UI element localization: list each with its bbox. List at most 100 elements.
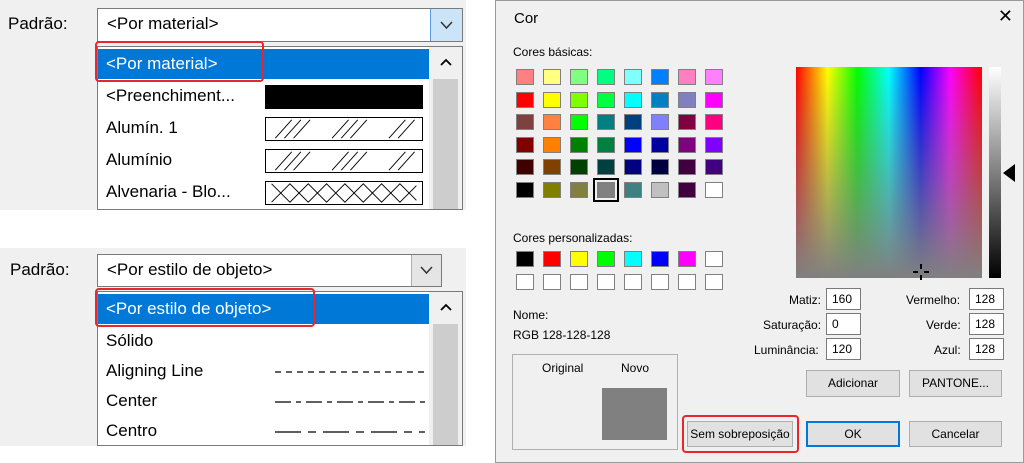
basic-color-swatch[interactable]	[705, 91, 723, 108]
saturation-field[interactable]: 0	[826, 313, 861, 335]
custom-color-swatch[interactable]	[597, 274, 615, 290]
custom-color-swatch[interactable]	[651, 274, 669, 290]
list-item[interactable]: Aligning Line	[98, 356, 429, 386]
dropdown-button[interactable]	[430, 9, 462, 41]
list-item[interactable]: Alumín. 1	[98, 113, 429, 143]
custom-color-swatch[interactable]	[678, 274, 696, 290]
custom-color-swatch[interactable]	[624, 251, 642, 267]
basic-color-swatch[interactable]	[678, 114, 696, 130]
green-field[interactable]: 128	[969, 313, 1004, 335]
basic-color-swatch[interactable]	[516, 136, 534, 153]
basic-color-swatch[interactable]	[705, 159, 723, 175]
custom-color-swatch[interactable]	[570, 274, 588, 290]
custom-color-swatch[interactable]	[597, 251, 615, 267]
basic-color-swatch[interactable]	[516, 181, 534, 198]
basic-color-swatch[interactable]	[705, 114, 723, 130]
hue-label: Matiz:	[789, 293, 822, 307]
basic-color-swatch[interactable]	[705, 136, 723, 153]
basic-color-swatch[interactable]	[678, 69, 696, 85]
basic-color-swatch[interactable]	[624, 136, 642, 153]
scroll-thumb[interactable]	[433, 324, 458, 445]
custom-color-swatch[interactable]	[678, 251, 696, 267]
list-item[interactable]: <Preenchiment...	[98, 81, 429, 111]
solid-fill-swatch	[265, 85, 423, 109]
custom-color-swatch[interactable]	[543, 274, 561, 290]
cancel-button[interactable]: Cancelar	[909, 421, 1002, 447]
luminance-slider[interactable]	[989, 67, 1001, 278]
basic-color-swatch[interactable]	[543, 91, 561, 108]
basic-color-swatch[interactable]	[705, 181, 723, 198]
custom-color-swatch[interactable]	[651, 251, 669, 267]
pattern-label: Padrão:	[10, 260, 70, 279]
luminance-pointer-icon[interactable]	[1003, 164, 1015, 182]
close-icon[interactable]: ✕	[998, 6, 1013, 27]
basic-color-swatch[interactable]	[570, 159, 588, 175]
custom-color-swatch[interactable]	[624, 274, 642, 290]
basic-color-swatch[interactable]	[570, 114, 588, 130]
custom-color-swatch[interactable]	[705, 274, 723, 290]
basic-color-swatch[interactable]	[651, 69, 669, 85]
dropdown-button[interactable]	[411, 255, 441, 286]
basic-color-swatch[interactable]	[570, 69, 588, 85]
basic-color-swatch[interactable]	[570, 91, 588, 108]
basic-color-swatch[interactable]	[543, 181, 561, 198]
basic-color-swatch[interactable]	[651, 91, 669, 108]
list-item[interactable]: Alumínio	[98, 145, 429, 175]
list-item[interactable]: Sólido	[98, 326, 429, 356]
basic-color-swatch[interactable]	[570, 181, 588, 198]
ok-button[interactable]: OK	[806, 421, 900, 447]
basic-color-swatch[interactable]	[624, 69, 642, 85]
color-spectrum[interactable]	[796, 67, 982, 280]
pantone-button[interactable]: PANTONE...	[909, 370, 1002, 397]
basic-color-swatch[interactable]	[570, 136, 588, 153]
basic-color-swatch[interactable]	[651, 136, 669, 153]
diagonal-hatch-swatch	[265, 149, 423, 173]
scroll-up-icon[interactable]	[429, 47, 462, 77]
scrollbar[interactable]	[429, 292, 462, 445]
basic-color-swatch[interactable]	[543, 159, 561, 175]
custom-color-swatch[interactable]	[705, 251, 723, 267]
basic-color-swatch[interactable]	[651, 159, 669, 175]
basic-color-swatch[interactable]	[516, 91, 534, 108]
basic-color-swatch[interactable]	[624, 159, 642, 175]
blue-field[interactable]: 128	[969, 338, 1004, 360]
list-item[interactable]: Centro	[98, 416, 429, 445]
custom-color-swatch[interactable]	[516, 274, 534, 290]
basic-color-swatch[interactable]	[597, 114, 615, 130]
luminance-field[interactable]: 120	[826, 338, 861, 360]
scroll-up-icon[interactable]	[429, 292, 462, 322]
basic-color-swatch[interactable]	[624, 91, 642, 108]
basic-color-swatch[interactable]	[678, 159, 696, 175]
pattern-combo[interactable]: <Por material>	[97, 8, 463, 42]
line-pattern-combo[interactable]: <Por estilo de objeto>	[97, 254, 442, 287]
scroll-thumb[interactable]	[433, 79, 458, 209]
custom-color-swatch[interactable]	[543, 251, 561, 267]
basic-color-swatch[interactable]	[593, 177, 619, 202]
basic-color-swatch[interactable]	[597, 136, 615, 153]
basic-color-swatch[interactable]	[624, 114, 642, 130]
list-item[interactable]: Center	[98, 386, 429, 416]
add-custom-color-button[interactable]: Adicionar	[806, 370, 900, 397]
basic-color-swatch[interactable]	[516, 159, 534, 175]
basic-color-swatch[interactable]	[543, 114, 561, 130]
basic-color-swatch[interactable]	[516, 69, 534, 85]
basic-color-swatch[interactable]	[678, 181, 696, 198]
basic-color-swatch[interactable]	[678, 136, 696, 153]
hue-field[interactable]: 160	[826, 288, 861, 310]
basic-color-swatch[interactable]	[597, 159, 615, 175]
basic-color-swatch[interactable]	[624, 181, 642, 198]
basic-color-swatch[interactable]	[597, 69, 615, 85]
basic-color-swatch[interactable]	[543, 69, 561, 85]
list-item[interactable]: Alvenaria - Blo...	[98, 177, 429, 207]
basic-color-swatch[interactable]	[651, 114, 669, 130]
basic-color-swatch[interactable]	[678, 91, 696, 108]
scrollbar[interactable]	[429, 47, 462, 209]
custom-color-swatch[interactable]	[570, 251, 588, 267]
basic-color-swatch[interactable]	[597, 91, 615, 108]
basic-color-swatch[interactable]	[651, 181, 669, 198]
basic-color-swatch[interactable]	[705, 69, 723, 85]
custom-color-swatch[interactable]	[516, 251, 534, 267]
basic-color-swatch[interactable]	[543, 136, 561, 153]
basic-color-swatch[interactable]	[516, 114, 534, 130]
red-field[interactable]: 128	[969, 288, 1004, 310]
